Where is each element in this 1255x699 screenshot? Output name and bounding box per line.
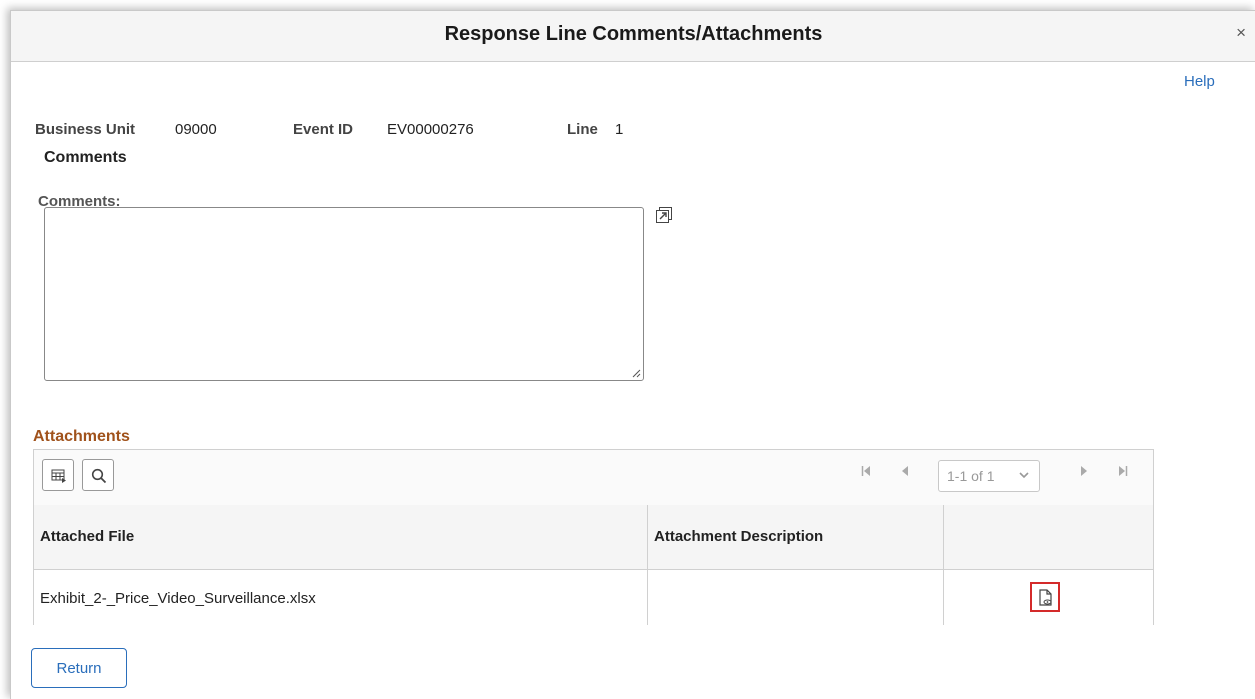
close-icon[interactable]: × — [1236, 23, 1246, 43]
attached-file-cell: Exhibit_2-_Price_Video_Surveillance.xlsx — [40, 590, 316, 607]
view-attachment-button[interactable] — [1030, 582, 1060, 612]
column-header-attachment-description: Attachment Description — [647, 505, 943, 569]
grid-settings-icon — [51, 469, 66, 483]
previous-page-icon[interactable] — [901, 464, 909, 480]
event-id-label: Event ID — [293, 121, 354, 138]
grid-header-row: Attached File Attachment Description — [34, 505, 1153, 570]
last-page-icon[interactable] — [1118, 464, 1128, 480]
first-page-icon[interactable] — [861, 464, 871, 480]
search-icon — [91, 468, 107, 484]
modal-dialog: Response Line Comments/Attachments × Hel… — [10, 10, 1255, 699]
view-file-icon — [1039, 589, 1052, 606]
expand-icon[interactable] — [656, 207, 672, 223]
line-value: 1 — [615, 121, 624, 138]
help-link[interactable]: Help — [1184, 73, 1215, 90]
personalize-grid-button[interactable] — [42, 459, 74, 491]
attachment-description-cell — [647, 570, 943, 625]
column-header-actions — [943, 505, 1153, 569]
line-label: Line — [567, 121, 598, 138]
modal-titlebar: Response Line Comments/Attachments × — [11, 11, 1255, 62]
page-range-value: 1-1 of 1 — [947, 468, 995, 484]
attachments-grid: 1-1 of 1 Attached File Attachment Descri… — [33, 449, 1154, 625]
column-header-attached-file: Attached File — [40, 528, 135, 545]
modal-title: Response Line Comments/Attachments — [444, 23, 823, 45]
business-unit-value: 09000 — [175, 121, 217, 138]
grid-toolbar: 1-1 of 1 — [34, 450, 1153, 506]
next-page-icon[interactable] — [1080, 464, 1088, 480]
return-button[interactable]: Return — [31, 648, 127, 688]
resize-grip-icon[interactable] — [631, 368, 641, 378]
comments-textarea[interactable] — [44, 207, 644, 381]
page-range-select[interactable]: 1-1 of 1 — [938, 460, 1040, 492]
chevron-down-icon — [1019, 472, 1029, 479]
find-in-grid-button[interactable] — [82, 459, 114, 491]
event-id-value: EV00000276 — [387, 121, 474, 138]
comments-section-title: Comments — [44, 149, 127, 166]
attachments-section-title: Attachments — [33, 428, 130, 445]
business-unit-label: Business Unit — [35, 121, 136, 138]
table-row: Exhibit_2-_Price_Video_Surveillance.xlsx — [34, 570, 1153, 625]
